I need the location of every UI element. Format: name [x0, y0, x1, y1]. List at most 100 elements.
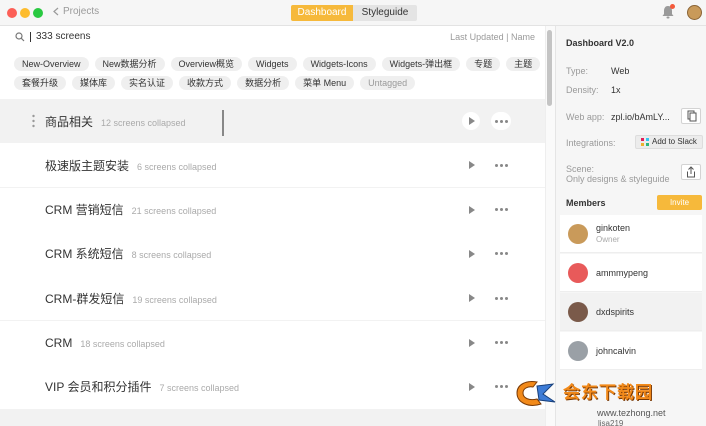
member-row[interactable]: dxdspirits — [560, 293, 702, 331]
webapp-label: Web app: — [566, 112, 605, 122]
member-name: ammmypeng — [596, 268, 649, 278]
tag-chip[interactable]: 数据分析 — [237, 76, 290, 90]
play-icon[interactable] — [468, 117, 476, 125]
member-name-partial: lisa219 — [598, 419, 624, 426]
sort-options: Last Updated | Name — [450, 32, 535, 42]
play-icon[interactable] — [468, 382, 476, 391]
drag-handle-icon[interactable] — [32, 114, 35, 128]
search-input[interactable]: 333 screens — [36, 31, 90, 42]
more-options-icon[interactable] — [495, 207, 509, 213]
screens-panel: 333 screens Last Updated | Name New-Over… — [0, 26, 545, 426]
webapp-link[interactable]: zpl.io/bAmLY... — [611, 112, 670, 122]
tag-chip[interactable]: 媒体库 — [72, 76, 116, 90]
section-title: 商品相关 12 screens collapsed — [45, 113, 186, 130]
tag-chip[interactable]: Overview概览 — [170, 57, 243, 71]
more-options-icon[interactable] — [495, 340, 509, 346]
section-name: CRM-群发短信 — [45, 291, 125, 306]
watermark-logo — [516, 381, 556, 406]
section-count: 19 screens collapsed — [132, 294, 217, 305]
insertion-marker — [222, 110, 224, 136]
tag-chip[interactable]: Untagged — [360, 76, 416, 90]
chevron-left-icon — [53, 7, 59, 16]
type-value: Web — [611, 66, 630, 76]
watermark-text: 会东下载园 — [563, 383, 653, 402]
tag-row: 套餐升级 媒体库 实名认证 收款方式 数据分析 菜单 Menu Untagged — [14, 76, 534, 90]
section-name: VIP 会员和积分插件 — [45, 380, 152, 395]
section-count: 12 screens collapsed — [101, 117, 186, 128]
slack-icon — [641, 138, 649, 146]
close-window-button[interactable] — [7, 8, 17, 18]
play-icon[interactable] — [468, 294, 476, 303]
member-name: johncalvin — [596, 346, 637, 356]
play-icon[interactable] — [468, 205, 476, 214]
tag-chip[interactable]: Widgets — [248, 57, 297, 71]
tag-chip[interactable]: New数据分析 — [94, 57, 165, 71]
section-row[interactable]: 极速版主题安装 6 screens collapsed — [0, 143, 545, 188]
sort-separator: | — [506, 32, 509, 42]
section-count: 21 screens collapsed — [131, 206, 217, 217]
section-row[interactable]: VIP 会员和积分插件 7 screens collapsed — [0, 364, 545, 409]
invite-button[interactable]: Invite — [657, 195, 702, 210]
section-row[interactable]: CRM 18 screens collapsed — [0, 320, 545, 365]
tag-chip[interactable]: 主题 — [506, 57, 541, 71]
tag-chip[interactable]: New-Overview — [14, 57, 89, 71]
watermark-url: www.tezhong.net — [597, 408, 666, 418]
section-count: 8 screens collapsed — [131, 250, 212, 261]
tab-styleguide[interactable]: Styleguide — [353, 5, 417, 21]
copy-link-button[interactable] — [681, 108, 701, 124]
play-icon[interactable] — [468, 338, 476, 347]
scene-label: Scene: — [566, 164, 595, 174]
user-avatar[interactable] — [687, 5, 702, 20]
tag-chip[interactable]: 实名认证 — [121, 76, 174, 90]
section-name: 商品相关 — [45, 114, 94, 129]
tag-chip[interactable]: 套餐升级 — [14, 76, 67, 90]
section-row[interactable]: 商品相关 12 screens collapsed — [0, 99, 545, 143]
avatar — [568, 224, 588, 244]
share-scene-button[interactable] — [681, 164, 701, 180]
scrollbar-thumb[interactable] — [547, 30, 552, 106]
section-title: VIP 会员和积分插件 7 screens collapsed — [45, 378, 239, 395]
avatar — [568, 302, 588, 322]
section-count: 6 screens collapsed — [137, 161, 217, 172]
slack-button-label: Add to Slack — [652, 137, 697, 146]
more-options-icon[interactable] — [495, 118, 509, 124]
section-row[interactable]: CRM 系统短信 8 screens collapsed — [0, 231, 545, 276]
avatar — [568, 263, 588, 283]
tag-chip[interactable]: 收款方式 — [179, 76, 232, 90]
sort-last-updated[interactable]: Last Updated — [450, 32, 504, 42]
section-name: CRM — [45, 335, 73, 350]
share-icon — [687, 166, 695, 178]
section-title: CRM 营销短信 21 screens collapsed — [45, 201, 216, 218]
maximize-window-button[interactable] — [33, 8, 43, 18]
section-name: CRM 系统短信 — [45, 247, 124, 262]
play-icon[interactable] — [468, 249, 476, 258]
tag-chip[interactable]: Widgets-弹出框 — [381, 57, 461, 71]
member-row[interactable]: ammmypeng — [560, 254, 702, 292]
more-options-icon[interactable] — [495, 251, 509, 257]
member-name: ginkoten — [596, 223, 631, 233]
more-options-icon[interactable] — [495, 162, 509, 168]
tab-dashboard[interactable]: Dashboard — [291, 5, 353, 21]
tag-filter: New-Overview New数据分析 Overview概览 Widgets Widg… — [14, 57, 541, 95]
tag-chip[interactable]: 菜单 Menu — [295, 76, 355, 90]
project-title: Dashboard V2.0 — [566, 38, 635, 48]
play-icon[interactable] — [468, 161, 476, 170]
sort-name[interactable]: Name — [511, 32, 535, 42]
section-count: 18 screens collapsed — [80, 338, 165, 349]
text-cursor — [30, 31, 31, 42]
member-row[interactable]: ginkoten Owner — [560, 215, 702, 253]
add-to-slack-button[interactable]: Add to Slack — [635, 135, 703, 149]
type-label: Type: — [566, 66, 589, 76]
tag-chip[interactable]: Widgets-Icons — [302, 57, 376, 71]
tag-chip[interactable]: 专题 — [466, 57, 501, 71]
more-options-icon[interactable] — [495, 295, 509, 301]
title-bar: Projects Dashboard Styleguide — [0, 0, 706, 26]
section-row[interactable]: CRM 营销短信 21 screens collapsed — [0, 187, 545, 232]
members-heading: Members — [566, 198, 606, 208]
minimize-window-button[interactable] — [20, 8, 30, 18]
section-name: CRM 营销短信 — [45, 203, 124, 218]
member-row[interactable]: johncalvin — [560, 332, 702, 370]
back-to-projects-link[interactable]: Projects — [53, 6, 99, 17]
section-row[interactable]: CRM-群发短信 19 screens collapsed — [0, 276, 545, 321]
search-bar[interactable]: 333 screens — [15, 31, 90, 42]
